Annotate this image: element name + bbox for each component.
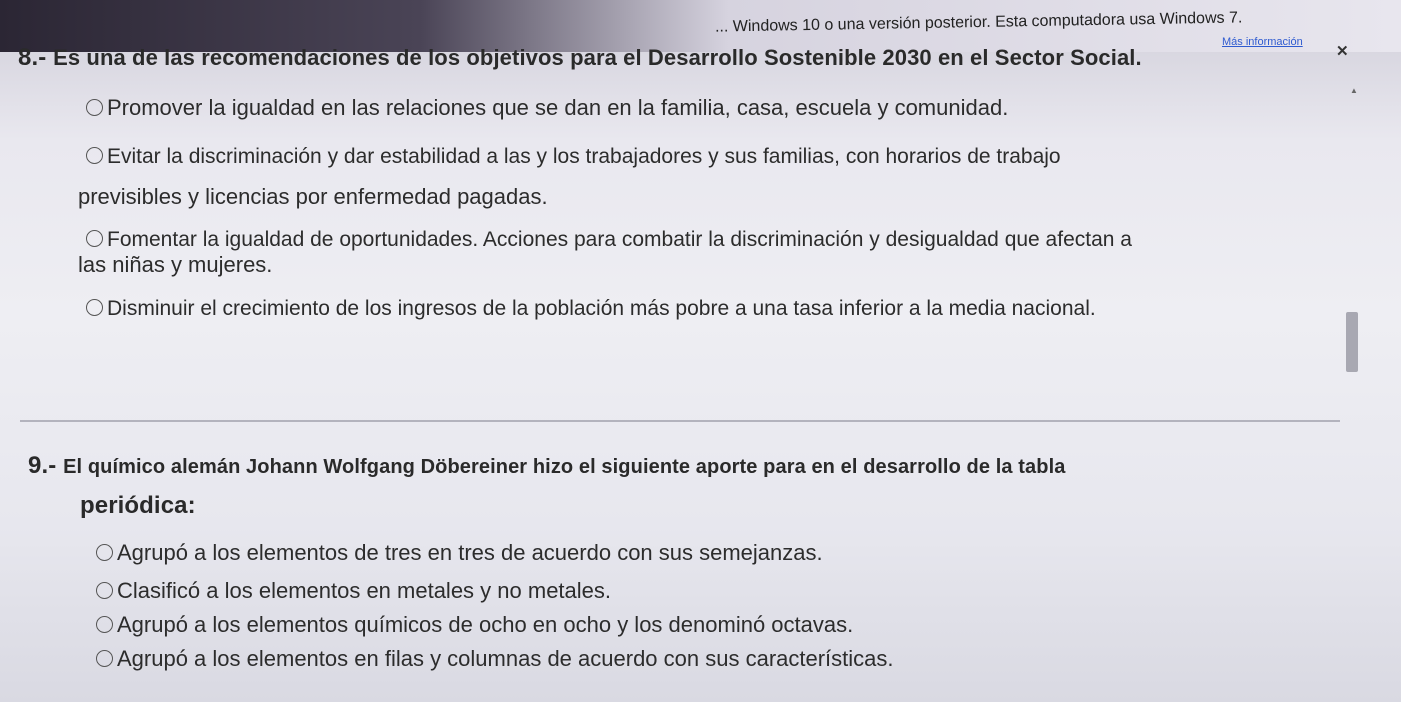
option-text: Evitar la discriminación y dar estabilid…: [107, 145, 1061, 168]
answer-option[interactable]: Agrupó a los elementos químicos de ocho …: [96, 612, 853, 638]
radio-button[interactable]: [96, 543, 113, 561]
answer-option[interactable]: Evitar la discriminación y dar estabilid…: [86, 143, 1061, 169]
scrollbar-thumb[interactable]: [1346, 312, 1358, 372]
option-text: Promover la igualdad en las relaciones q…: [107, 95, 1009, 120]
question-text: Es una de las recomendaciones de los obj…: [53, 45, 1142, 70]
radio-button[interactable]: [86, 98, 103, 116]
option-text: Agrupó a los elementos de tres en tres d…: [117, 540, 823, 565]
answer-option[interactable]: Disminuir el crecimiento de los ingresos…: [86, 295, 1096, 321]
option-text: Clasificó a los elementos en metales y n…: [117, 578, 612, 603]
radio-button[interactable]: [86, 298, 103, 316]
radio-button[interactable]: [96, 649, 113, 667]
option-text-continued: previsibles y licencias por enfermedad p…: [78, 184, 548, 209]
option-text: Fomentar la igualdad de oportunidades. A…: [107, 228, 1132, 251]
close-icon[interactable]: ✕: [1336, 42, 1349, 60]
question-text-continued: periódica:: [80, 492, 196, 519]
radio-button[interactable]: [86, 229, 103, 247]
question-title: 8.- Es una de las recomendaciones de los…: [18, 44, 1142, 72]
section-divider: [20, 420, 1340, 422]
option-text-continued: las niñas y mujeres.: [78, 252, 273, 277]
update-notice-text: ... Windows 10 o una versión posterior. …: [714, 9, 1243, 36]
answer-option[interactable]: Fomentar la igualdad de oportunidades. A…: [86, 226, 1132, 252]
answer-option[interactable]: Agrupó a los elementos en filas y column…: [96, 646, 894, 672]
more-info-link[interactable]: Más información: [1222, 36, 1303, 48]
option-text: Agrupó a los elementos químicos de ocho …: [117, 612, 854, 637]
question-title: 9.- El químico alemán Johann Wolfgang Dö…: [28, 452, 1065, 480]
answer-option[interactable]: Promover la igualdad en las relaciones q…: [86, 95, 1008, 121]
radio-button[interactable]: [96, 581, 113, 599]
option-text: Disminuir el crecimiento de los ingresos…: [107, 297, 1096, 320]
answer-option[interactable]: Clasificó a los elementos en metales y n…: [96, 578, 611, 604]
answer-option[interactable]: Agrupó a los elementos de tres en tres d…: [96, 540, 823, 566]
radio-button[interactable]: [96, 615, 113, 633]
question-number: 8.-: [18, 44, 47, 71]
question-number: 9.-: [28, 452, 57, 479]
radio-button[interactable]: [86, 146, 103, 164]
scroll-up-icon[interactable]: ▲: [1350, 86, 1358, 95]
option-text: Agrupó a los elementos en filas y column…: [117, 646, 894, 671]
question-text: El químico alemán Johann Wolfgang Döbere…: [63, 456, 1066, 478]
